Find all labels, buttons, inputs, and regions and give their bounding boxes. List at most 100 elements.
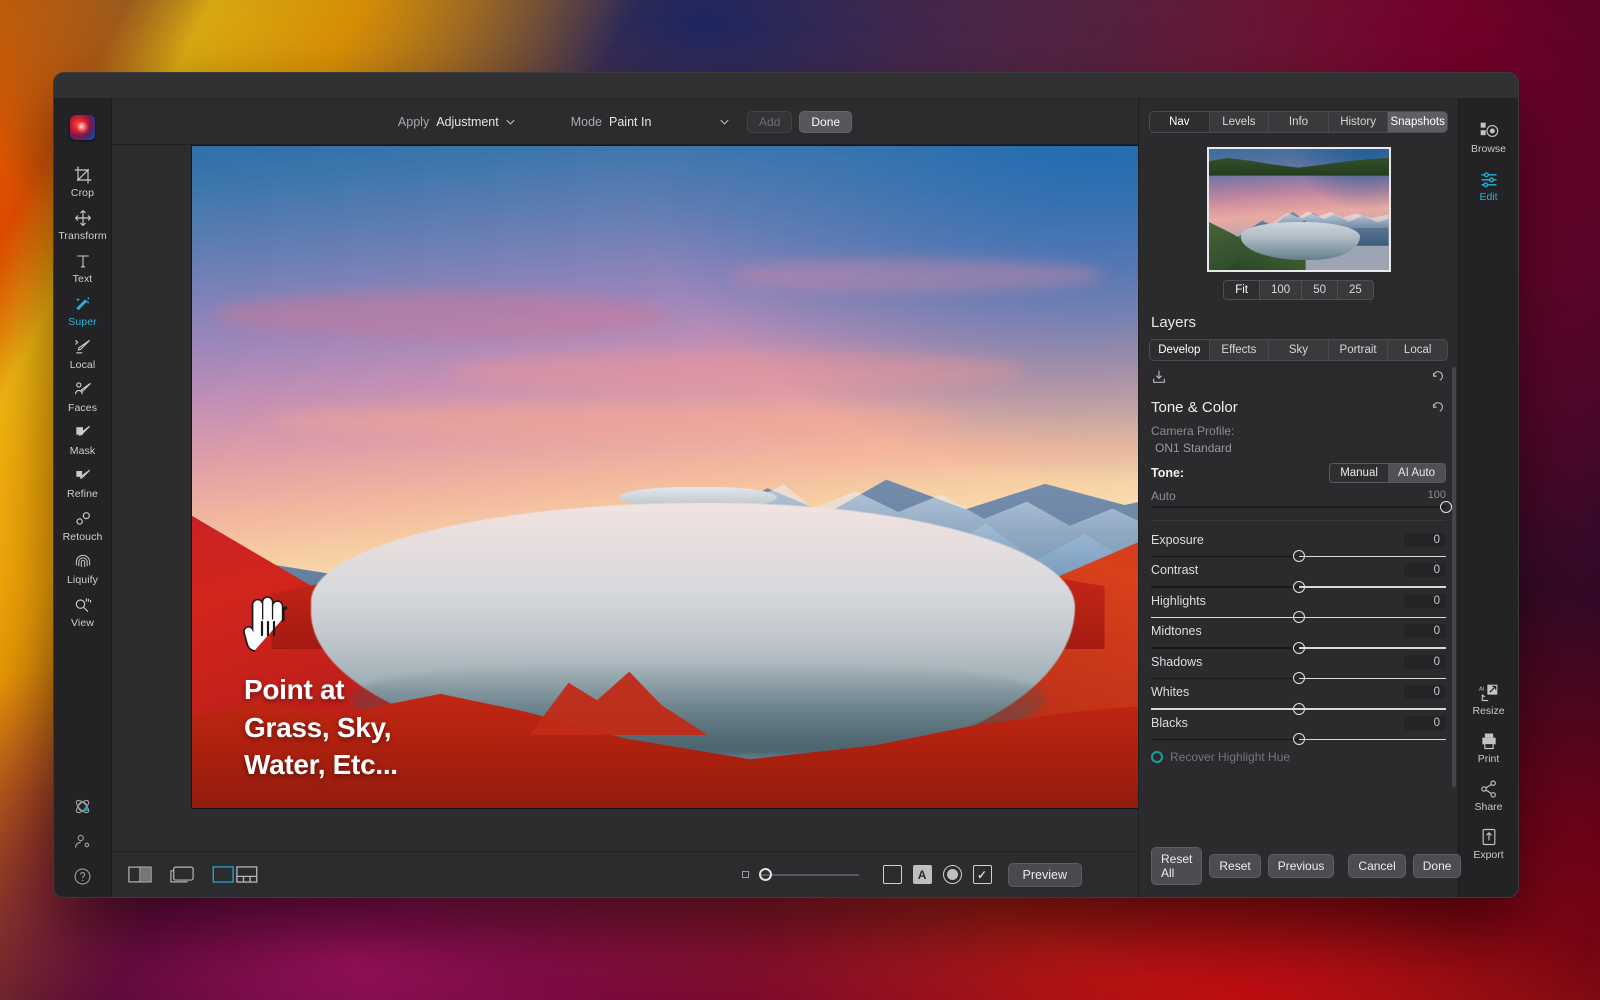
tone-color-header[interactable]: Tone & Color xyxy=(1139,387,1458,422)
slider-track[interactable] xyxy=(1151,647,1446,649)
module-edit[interactable]: Edit xyxy=(1459,161,1519,209)
slider-track[interactable] xyxy=(1151,556,1446,558)
zoom-fit[interactable]: Fit xyxy=(1223,280,1259,300)
panel-scrollbar[interactable] xyxy=(1452,367,1456,787)
slider-knob[interactable] xyxy=(1293,733,1305,745)
mode-control-group[interactable]: Mode Paint In xyxy=(571,115,729,129)
tool-crop[interactable]: Crop xyxy=(54,160,112,203)
tool-retouch[interactable]: Retouch xyxy=(54,504,112,547)
single-view-icon[interactable] xyxy=(170,866,194,883)
slider-value[interactable]: 0 xyxy=(1404,533,1446,547)
tab-sky[interactable]: Sky xyxy=(1269,340,1329,360)
tool-label: Faces xyxy=(68,402,97,414)
slider-knob[interactable] xyxy=(1293,581,1305,593)
slider-knob[interactable] xyxy=(1293,611,1305,623)
tab-nav[interactable]: Nav xyxy=(1150,112,1210,132)
module-export[interactable]: Export xyxy=(1459,819,1519,867)
slider-knob[interactable] xyxy=(1293,703,1305,715)
tab-history[interactable]: History xyxy=(1329,112,1389,132)
module-resize[interactable]: AI Resize xyxy=(1459,675,1519,723)
apply-value: Adjustment xyxy=(436,115,499,129)
mask-box-icon[interactable] xyxy=(883,865,902,884)
teal-ring-toggle-icon[interactable] xyxy=(1151,751,1163,763)
module-browse[interactable]: Browse xyxy=(1459,113,1519,161)
person-icon[interactable] xyxy=(72,831,93,852)
tool-liquify[interactable]: Liquify xyxy=(54,547,112,590)
camera-profile-label: Camera Profile: xyxy=(1139,422,1458,440)
zoom-25[interactable]: 25 xyxy=(1337,280,1374,300)
auto-slider-track[interactable] xyxy=(1151,506,1446,508)
slider-knob[interactable] xyxy=(1293,642,1305,654)
tone-manual-button[interactable]: Manual xyxy=(1330,464,1388,482)
tool-mask[interactable]: Mask xyxy=(54,418,112,461)
auto-slider-knob[interactable] xyxy=(1440,501,1452,513)
reset-all-button[interactable]: Reset All xyxy=(1151,847,1202,885)
module-print[interactable]: Print xyxy=(1459,723,1519,771)
slider-label: Exposure xyxy=(1151,533,1204,547)
auto-slider[interactable] xyxy=(1139,503,1458,514)
slider-track[interactable] xyxy=(1151,739,1446,741)
tab-info[interactable]: Info xyxy=(1269,112,1329,132)
reset-button[interactable]: Reset xyxy=(1209,854,1260,878)
cancel-button[interactable]: Cancel xyxy=(1348,854,1405,878)
photo-canvas[interactable]: Point at Grass, Sky, Water, Etc... xyxy=(192,146,1184,808)
previous-button[interactable]: Previous xyxy=(1268,854,1335,878)
tool-label: Crop xyxy=(71,187,94,199)
module-share[interactable]: Share xyxy=(1459,771,1519,819)
tool-local[interactable]: Local xyxy=(54,332,112,375)
zoom-control[interactable] xyxy=(742,871,859,878)
tool-faces[interactable]: Faces xyxy=(54,375,112,418)
slider-value[interactable]: 0 xyxy=(1404,655,1446,669)
slider-track[interactable] xyxy=(1151,678,1446,680)
slider-value[interactable]: 0 xyxy=(1404,716,1446,730)
tab-levels[interactable]: Levels xyxy=(1210,112,1270,132)
mask-circle-icon[interactable] xyxy=(943,865,962,884)
zoom-slider-track[interactable] xyxy=(759,874,859,876)
slider-track[interactable] xyxy=(1151,586,1446,588)
tone-aiauto-button[interactable]: AI Auto xyxy=(1388,464,1445,482)
mask-a-icon[interactable]: A xyxy=(913,865,932,884)
reset-arrow-icon[interactable] xyxy=(1430,369,1446,385)
filmstrip-grid-icon[interactable] xyxy=(212,866,258,883)
tool-transform[interactable]: Transform xyxy=(54,203,112,246)
camera-profile-value[interactable]: ON1 Standard xyxy=(1139,440,1458,457)
tool-text[interactable]: Text xyxy=(54,246,112,289)
slider-knob[interactable] xyxy=(1293,550,1305,562)
left-tool-rail: Crop Transform Text xyxy=(54,99,112,897)
tool-view[interactable]: View xyxy=(54,590,112,633)
tool-refine[interactable]: Refine xyxy=(54,461,112,504)
panel-scroll-area[interactable]: Tone & Color Camera Profile: ON1 Standar… xyxy=(1139,361,1458,838)
mask-check-icon[interactable]: ✓ xyxy=(973,865,992,884)
slider-track[interactable] xyxy=(1151,708,1446,710)
navigator-thumbnail[interactable] xyxy=(1207,147,1391,272)
module-label: Browse xyxy=(1471,143,1506,155)
done-button[interactable]: Done xyxy=(799,111,852,133)
reset-arrow-icon[interactable] xyxy=(1430,400,1446,416)
slider-value[interactable]: 0 xyxy=(1404,563,1446,577)
help-question-icon[interactable] xyxy=(72,866,93,887)
slider-track[interactable] xyxy=(1151,617,1446,619)
slider-exposure[interactable]: Exposure 0 xyxy=(1139,527,1458,558)
done-button-panel[interactable]: Done xyxy=(1413,854,1462,878)
slider-knob[interactable] xyxy=(1293,672,1305,684)
tab-local[interactable]: Local xyxy=(1388,340,1447,360)
on1-app-logo[interactable] xyxy=(70,115,95,140)
preview-button[interactable]: Preview xyxy=(1008,863,1082,887)
zoom-50[interactable]: 50 xyxy=(1301,280,1337,300)
window-titlebar[interactable] xyxy=(54,73,1518,99)
tab-portrait[interactable]: Portrait xyxy=(1329,340,1389,360)
tab-effects[interactable]: Effects xyxy=(1210,340,1270,360)
zoom-100[interactable]: 100 xyxy=(1259,280,1301,300)
slider-value[interactable]: 0 xyxy=(1404,685,1446,699)
slider-value[interactable]: 0 xyxy=(1404,624,1446,638)
zoom-slider-knob[interactable] xyxy=(759,868,772,881)
tab-develop[interactable]: Develop xyxy=(1150,340,1210,360)
compare-split-icon[interactable] xyxy=(128,866,152,883)
add-button[interactable]: Add xyxy=(747,111,792,133)
tab-snapshots[interactable]: Snapshots xyxy=(1388,112,1447,132)
tool-super[interactable]: Super xyxy=(54,289,112,332)
import-preset-icon[interactable] xyxy=(1151,369,1167,385)
color-picker-icon[interactable] xyxy=(72,796,93,817)
apply-control-group[interactable]: Apply Adjustment xyxy=(398,115,515,129)
slider-value[interactable]: 0 xyxy=(1404,594,1446,608)
